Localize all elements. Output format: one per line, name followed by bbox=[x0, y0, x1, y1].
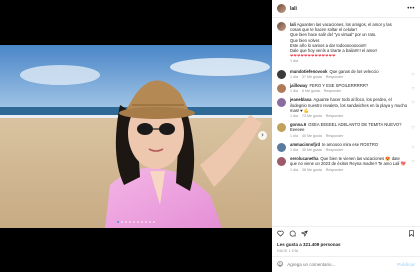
comment-username[interactable]: jailloway bbox=[290, 83, 307, 88]
comment-icon[interactable] bbox=[289, 230, 296, 237]
avatar[interactable] bbox=[277, 157, 286, 167]
post-author-username[interactable]: lali bbox=[290, 6, 297, 12]
reply-button[interactable]: Responder bbox=[326, 75, 344, 79]
carousel-indicator bbox=[0, 221, 272, 223]
heart-icon[interactable]: ♡ bbox=[411, 125, 415, 130]
reply-button[interactable]: Responder bbox=[326, 148, 344, 152]
avatar[interactable] bbox=[277, 84, 286, 94]
post-age[interactable]: HACE 1 DÍA bbox=[277, 249, 298, 253]
post-sidebar: lali ••• lali Aguanten las vacaciones, l… bbox=[272, 0, 420, 272]
carousel-dot[interactable] bbox=[125, 221, 127, 223]
comment-item: jailloway FERO Y ESE SPOILERRRRR? 1 día 6 … bbox=[277, 83, 415, 94]
share-icon[interactable] bbox=[301, 230, 308, 237]
comment-item: gonna.9 OSEA EEEEEL ADELANTO DE TEMITA NU… bbox=[277, 122, 415, 139]
comment-time: 1 día bbox=[290, 133, 298, 138]
comment-text: FERO Y ESE SPOILERRRRR? bbox=[309, 83, 369, 89]
comment-item: serolucanetha Que bien te vienen las vaca… bbox=[277, 156, 415, 173]
beach-selfie-image bbox=[0, 45, 272, 228]
publish-button[interactable]: Publicar bbox=[397, 262, 415, 267]
comment-username[interactable]: mundotiefenovook bbox=[290, 69, 327, 74]
reply-button[interactable]: Responder bbox=[326, 114, 344, 118]
carousel-dot[interactable] bbox=[141, 221, 143, 223]
post-header: lali ••• bbox=[272, 0, 420, 18]
carousel-dot[interactable] bbox=[129, 221, 131, 223]
carousel-dot[interactable] bbox=[149, 221, 151, 223]
reply-button[interactable]: Responder bbox=[326, 134, 344, 138]
avatar[interactable] bbox=[277, 4, 286, 13]
comment-username[interactable]: ammacinnofjrd bbox=[290, 142, 320, 147]
carousel-dot[interactable] bbox=[145, 221, 147, 223]
post-media-viewer[interactable]: › bbox=[0, 0, 272, 272]
comment-likes[interactable]: 37 Me gusta bbox=[302, 75, 322, 79]
avatar[interactable] bbox=[277, 142, 286, 152]
comment-input[interactable] bbox=[287, 262, 388, 267]
reply-button[interactable]: Responder bbox=[324, 89, 342, 93]
comment-item: jeaneblasa Aguante hacer todo al lloco, l… bbox=[277, 97, 415, 119]
comment-item: mundotiefenovook Que ganas de los velecci… bbox=[277, 69, 415, 80]
comment-text: OSEA EEEEEL ADELANTO DE TEMITA NUEVO? Ee… bbox=[290, 122, 402, 133]
caption-hearts: ❤❤❤❤❤❤❤❤❤❤❤❤❤ bbox=[290, 53, 336, 59]
comment-time: 1 día bbox=[290, 114, 298, 119]
comment-text: te amoooo mira ese ROSTRO bbox=[322, 141, 379, 147]
heart-icon[interactable]: ♡ bbox=[411, 100, 415, 105]
post-photo[interactable] bbox=[0, 45, 272, 228]
comment-time: 1 día bbox=[290, 89, 298, 94]
carousel-dot[interactable] bbox=[133, 221, 135, 223]
comment-likes[interactable]: 40 Me gusta bbox=[302, 134, 322, 138]
likes-count[interactable]: Les gusta a 321.409 personas bbox=[277, 242, 341, 247]
comment-text: Que ganas de los veleccio bbox=[329, 68, 379, 74]
comment-likes[interactable]: 35 Me gusta bbox=[302, 148, 322, 152]
comment-time: 1 día bbox=[290, 167, 298, 172]
post-caption: lali Aguanten las vacaciones, los amigos… bbox=[277, 22, 415, 65]
reply-button[interactable]: Responder bbox=[326, 168, 344, 172]
caption-timestamp: 1 día bbox=[290, 59, 298, 64]
comment-time: 1 día bbox=[290, 148, 298, 153]
comment-likes[interactable]: 73 Me gusta bbox=[302, 114, 322, 118]
avatar[interactable] bbox=[277, 22, 286, 31]
heart-icon[interactable]: ♡ bbox=[411, 145, 415, 150]
comment-likes[interactable]: 6 Me gusta bbox=[302, 89, 320, 93]
add-comment-bar: ☺ Publicar bbox=[272, 256, 420, 272]
carousel-dot[interactable] bbox=[117, 221, 119, 223]
avatar[interactable] bbox=[277, 98, 286, 108]
comments-list[interactable]: lali Aguanten las vacaciones, los amigos… bbox=[272, 19, 420, 225]
more-horizontal-icon[interactable]: ••• bbox=[407, 6, 415, 12]
heart-icon[interactable] bbox=[277, 230, 284, 237]
carousel-dot[interactable] bbox=[153, 221, 155, 223]
comment-time: 1 día bbox=[290, 74, 298, 79]
carousel-dot[interactable] bbox=[137, 221, 139, 223]
avatar[interactable] bbox=[277, 69, 286, 79]
emoji-icon[interactable]: ☺ bbox=[277, 261, 283, 268]
heart-icon[interactable]: ♡ bbox=[411, 72, 415, 77]
post-actions-bar bbox=[272, 226, 420, 240]
comment-likes[interactable]: 38 Me gusta bbox=[302, 168, 322, 172]
carousel-dot[interactable] bbox=[121, 221, 123, 223]
chevron-right-icon[interactable]: › bbox=[258, 131, 267, 140]
bookmark-icon[interactable] bbox=[408, 230, 415, 237]
heart-icon[interactable]: ♡ bbox=[411, 86, 415, 91]
comment-item: ammacinnofjrd te amoooo mira ese ROSTRO 1… bbox=[277, 142, 415, 153]
heart-icon[interactable]: ♡ bbox=[411, 159, 415, 164]
caption-text: lali Aguanten las vacaciones, los amigos… bbox=[290, 22, 415, 65]
avatar[interactable] bbox=[277, 123, 286, 133]
